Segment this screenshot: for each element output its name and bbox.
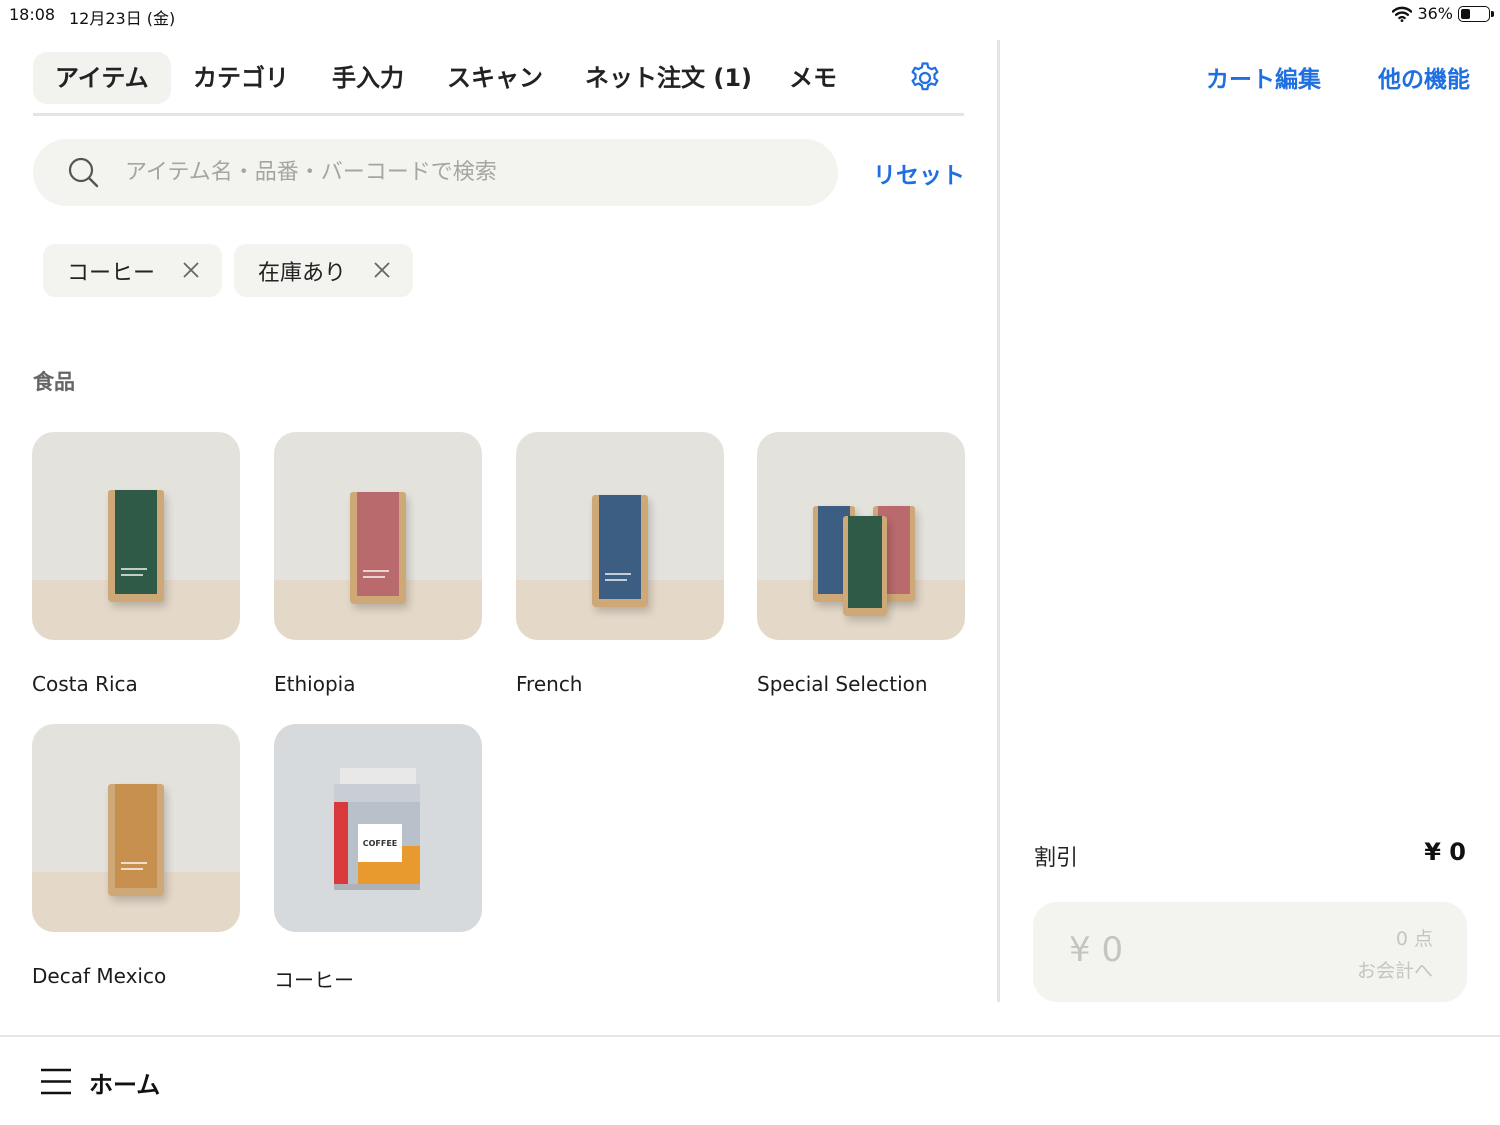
item-name: Decaf Mexico	[32, 964, 167, 988]
bottom-nav: ホーム	[0, 1035, 1500, 1125]
item-card[interactable]: Costa Rica	[32, 432, 240, 696]
item-name: コーヒー	[274, 968, 354, 992]
coffee-bag-icon	[350, 492, 406, 604]
item-name: Costa Rica	[32, 672, 138, 696]
item-name: Ethiopia	[274, 672, 356, 696]
wifi-icon	[1392, 6, 1413, 22]
search-bar	[33, 139, 838, 206]
status-indicators: 36%	[1392, 4, 1494, 23]
battery-percent: 36%	[1417, 4, 1453, 23]
search-input[interactable]	[125, 139, 805, 206]
product-image	[757, 432, 965, 640]
reset-button[interactable]: リセット	[873, 156, 965, 190]
item-name: Special Selection	[757, 672, 928, 696]
cart-edit-button[interactable]: カート編集	[1206, 60, 1321, 94]
item-card[interactable]: Decaf Mexico	[32, 724, 240, 988]
product-image	[516, 432, 724, 640]
discount-value: ¥ 0	[1424, 838, 1466, 866]
coffee-bag-icon	[108, 490, 164, 602]
filter-chip-in-stock[interactable]: 在庫あり	[234, 244, 413, 297]
item-count: 0 点	[1395, 928, 1433, 950]
section-title: 食品	[33, 370, 75, 394]
tab-bar: アイテム カテゴリ 手入力 スキャン ネット注文 (1) メモ	[33, 52, 964, 116]
package-label: COFFEE	[363, 839, 398, 848]
checkout-label: お会計へ	[1356, 960, 1433, 982]
product-image	[32, 724, 240, 932]
coffee-package-icon: COFFEE	[334, 768, 420, 890]
product-image: COFFEE	[274, 724, 482, 932]
tab-scan[interactable]: スキャン	[447, 52, 543, 104]
coffee-bag-icon	[592, 495, 648, 607]
status-time: 18:08	[9, 5, 56, 24]
item-name: French	[516, 672, 583, 696]
filter-chip-coffee[interactable]: コーヒー	[43, 244, 222, 297]
battery-icon	[1458, 5, 1494, 22]
tab-online-orders[interactable]: ネット注文 (1)	[585, 52, 752, 104]
status-bar: 18:08 12月23日 (金) 36%	[0, 0, 1500, 28]
close-icon[interactable]	[373, 261, 391, 279]
battery-cap	[1491, 10, 1494, 17]
tab-categories[interactable]: カテゴリ	[193, 52, 289, 104]
product-image	[32, 432, 240, 640]
home-label[interactable]: ホーム	[89, 1065, 160, 1100]
item-card[interactable]: Special Selection	[757, 432, 965, 696]
filter-chip-label: コーヒー	[67, 260, 156, 286]
coffee-bag-icon	[843, 516, 887, 616]
pos-app: 18:08 12月23日 (金) 36% アイテム カテゴリ 手入力 スキャン …	[0, 0, 1500, 1125]
close-icon[interactable]	[182, 261, 200, 279]
product-image	[274, 432, 482, 640]
item-card[interactable]: COFFEE コーヒー	[274, 724, 482, 992]
item-card[interactable]: French	[516, 432, 724, 696]
discount-label: 割引	[1034, 846, 1079, 871]
battery-level	[1461, 8, 1471, 19]
tab-memo[interactable]: メモ	[789, 52, 837, 104]
coffee-bag-icon	[108, 784, 164, 896]
filter-chip-label: 在庫あり	[258, 260, 347, 286]
tab-manual-entry[interactable]: 手入力	[332, 52, 404, 104]
tab-items[interactable]: アイテム	[33, 52, 171, 104]
item-card[interactable]: Ethiopia	[274, 432, 482, 696]
more-functions-button[interactable]: 他の機能	[1378, 60, 1470, 94]
search-icon	[68, 157, 99, 188]
panel-divider	[997, 40, 1000, 1002]
checkout-button[interactable]: ¥ 0 0 点 お会計へ	[1033, 902, 1467, 1002]
hamburger-menu-icon[interactable]	[40, 1068, 72, 1095]
status-date: 12月23日 (金)	[69, 9, 176, 28]
checkout-total: ¥ 0	[1069, 930, 1124, 970]
gear-icon[interactable]	[907, 60, 943, 96]
